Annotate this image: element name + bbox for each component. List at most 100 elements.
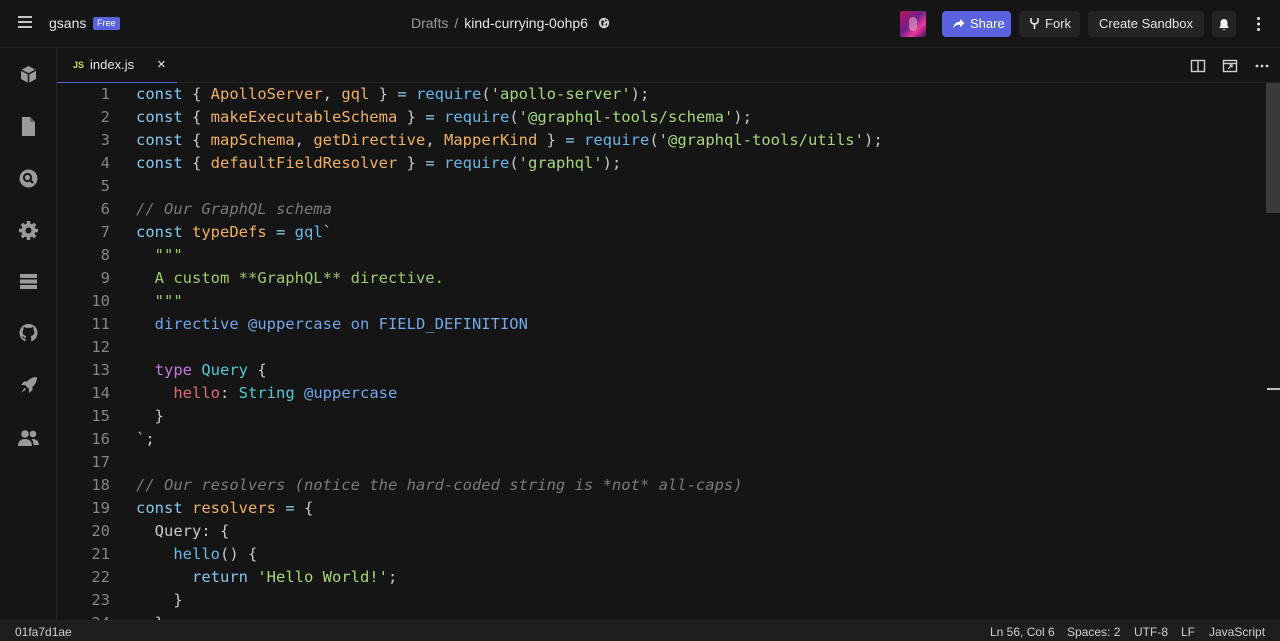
code-token: require bbox=[443, 154, 510, 172]
line-number: 3 bbox=[100, 131, 110, 149]
notifications-button[interactable] bbox=[1212, 11, 1236, 37]
line-number: 23 bbox=[91, 591, 110, 609]
commit-hash: 01fa7d1ae bbox=[15, 625, 72, 639]
more-menu-button[interactable] bbox=[1246, 11, 1270, 37]
code-line[interactable]: 22 return 'Hello World!'; bbox=[57, 566, 1257, 589]
gear-icon[interactable] bbox=[17, 219, 40, 242]
line-code: A custom **GraphQL** directive. bbox=[136, 267, 444, 290]
code-line[interactable]: 11 directive @uppercase on FIELD_DEFINIT… bbox=[57, 313, 1257, 336]
more-horizontal-icon[interactable] bbox=[1254, 58, 1270, 74]
user-name[interactable]: gsans bbox=[49, 15, 86, 31]
avatar[interactable] bbox=[900, 11, 926, 37]
code-line[interactable]: 14 hello: String @uppercase bbox=[57, 382, 1257, 405]
code-line[interactable]: 18 // Our resolvers (notice the hard-code… bbox=[57, 474, 1257, 497]
code-token: 'graphql' bbox=[518, 154, 603, 172]
code-line[interactable]: 2 const { makeExecutableSchema } = requir… bbox=[57, 106, 1257, 129]
line-number: 1 bbox=[100, 85, 110, 103]
line-number: 18 bbox=[91, 476, 110, 494]
code-token: ( bbox=[649, 131, 659, 149]
code-token: ( bbox=[509, 108, 519, 126]
code-line[interactable]: 17 bbox=[57, 451, 1257, 474]
editor-scrollbar[interactable] bbox=[1266, 83, 1280, 213]
code-line[interactable]: 7 const typeDefs = gql` bbox=[57, 221, 1257, 244]
line-number: 16 bbox=[91, 430, 110, 448]
search-icon[interactable] bbox=[17, 167, 40, 190]
code-line[interactable]: 3 const { mapSchema, getDirective, Mapper… bbox=[57, 129, 1257, 152]
tab-label: index.js bbox=[90, 57, 135, 72]
line-number: 9 bbox=[100, 269, 110, 287]
code-token: = bbox=[285, 499, 304, 517]
cube-icon[interactable] bbox=[17, 63, 40, 86]
code-line[interactable]: 13 type Query { bbox=[57, 359, 1257, 382]
top-bar: gsans Free Drafts / kind-currying-0ohp6 Sh… bbox=[0, 0, 1280, 48]
code-token: ); bbox=[863, 131, 883, 149]
code-token: resolvers bbox=[192, 499, 286, 517]
indentation[interactable]: Spaces: 2 bbox=[1067, 625, 1120, 639]
line-code: }, bbox=[136, 612, 174, 620]
rocket-icon[interactable] bbox=[17, 374, 40, 397]
code-token: : bbox=[220, 384, 239, 402]
users-icon[interactable] bbox=[17, 426, 40, 449]
code-token: = bbox=[397, 85, 416, 103]
line-ending[interactable]: LF bbox=[1181, 625, 1195, 639]
line-number: 12 bbox=[91, 338, 110, 356]
code-line[interactable]: 5 bbox=[57, 175, 1257, 198]
sandbox-name[interactable]: kind-currying-0ohp6 bbox=[464, 15, 588, 31]
share-icon bbox=[953, 19, 965, 29]
code-line[interactable]: 16 `; bbox=[57, 428, 1257, 451]
line-number: 13 bbox=[91, 361, 110, 379]
code-token: """ bbox=[136, 292, 183, 310]
code-token: require bbox=[416, 85, 482, 103]
code-token: '@graphql-tools/utils' bbox=[658, 131, 864, 149]
code-line[interactable]: 6 // Our GraphQL schema bbox=[57, 198, 1257, 221]
fork-button[interactable]: Fork bbox=[1019, 11, 1080, 37]
language-mode[interactable]: JavaScript bbox=[1209, 625, 1265, 639]
code-token: ( bbox=[481, 85, 491, 103]
globe-icon[interactable] bbox=[598, 17, 610, 29]
menu-icon[interactable] bbox=[18, 16, 36, 32]
code-editor[interactable]: 1 const { ApolloServer, gql } = require('… bbox=[57, 83, 1280, 620]
fork-icon bbox=[1030, 18, 1039, 29]
github-icon[interactable] bbox=[17, 322, 40, 345]
file-icon[interactable] bbox=[17, 115, 40, 138]
tab-index-js[interactable]: JS index.js × bbox=[57, 48, 177, 83]
code-token: const bbox=[136, 108, 192, 126]
code-line[interactable]: 20 Query: { bbox=[57, 520, 1257, 543]
close-icon[interactable]: × bbox=[157, 56, 166, 73]
line-code: return 'Hello World!'; bbox=[136, 566, 397, 589]
encoding[interactable]: UTF-8 bbox=[1134, 625, 1168, 639]
status-bar: 01fa7d1ae Ln 56, Col 6 Spaces: 2 UTF-8 L… bbox=[0, 620, 1280, 641]
code-token: require bbox=[584, 131, 650, 149]
code-line[interactable]: 12 bbox=[57, 336, 1257, 359]
code-line[interactable]: 19 const resolvers = { bbox=[57, 497, 1257, 520]
code-token: { bbox=[192, 85, 211, 103]
code-token: , bbox=[425, 131, 444, 149]
line-code: const typeDefs = gql` bbox=[136, 221, 332, 244]
code-line[interactable]: 9 A custom **GraphQL** directive. bbox=[57, 267, 1257, 290]
code-line[interactable]: 8 """ bbox=[57, 244, 1257, 267]
open-preview-icon[interactable] bbox=[1222, 58, 1238, 74]
plan-badge: Free bbox=[93, 17, 120, 30]
split-editor-icon[interactable] bbox=[1190, 58, 1206, 74]
code-token: '@graphql-tools/schema' bbox=[518, 108, 734, 126]
line-code: hello() { bbox=[136, 543, 257, 566]
server-icon[interactable] bbox=[17, 270, 40, 293]
code-token: } bbox=[136, 591, 183, 609]
code-token: gql bbox=[294, 223, 323, 241]
code-token: `; bbox=[136, 430, 155, 448]
share-button[interactable]: Share bbox=[942, 11, 1011, 37]
create-sandbox-button[interactable]: Create Sandbox bbox=[1088, 11, 1204, 37]
code-line[interactable]: 21 hello() { bbox=[57, 543, 1257, 566]
line-number: 21 bbox=[91, 545, 110, 563]
code-line[interactable]: 24 }, bbox=[57, 612, 1257, 620]
line-number: 22 bbox=[91, 568, 110, 586]
cursor-position[interactable]: Ln 56, Col 6 bbox=[990, 625, 1055, 639]
line-code: Query: { bbox=[136, 520, 230, 543]
line-number: 15 bbox=[91, 407, 110, 425]
code-line[interactable]: 4 const { defaultFieldResolver } = requir… bbox=[57, 152, 1257, 175]
code-line[interactable]: 15 } bbox=[57, 405, 1257, 428]
code-line[interactable]: 23 } bbox=[57, 589, 1257, 612]
code-line[interactable]: 1 const { ApolloServer, gql } = require('… bbox=[57, 83, 1257, 106]
breadcrumb-drafts[interactable]: Drafts bbox=[411, 15, 448, 31]
code-line[interactable]: 10 """ bbox=[57, 290, 1257, 313]
